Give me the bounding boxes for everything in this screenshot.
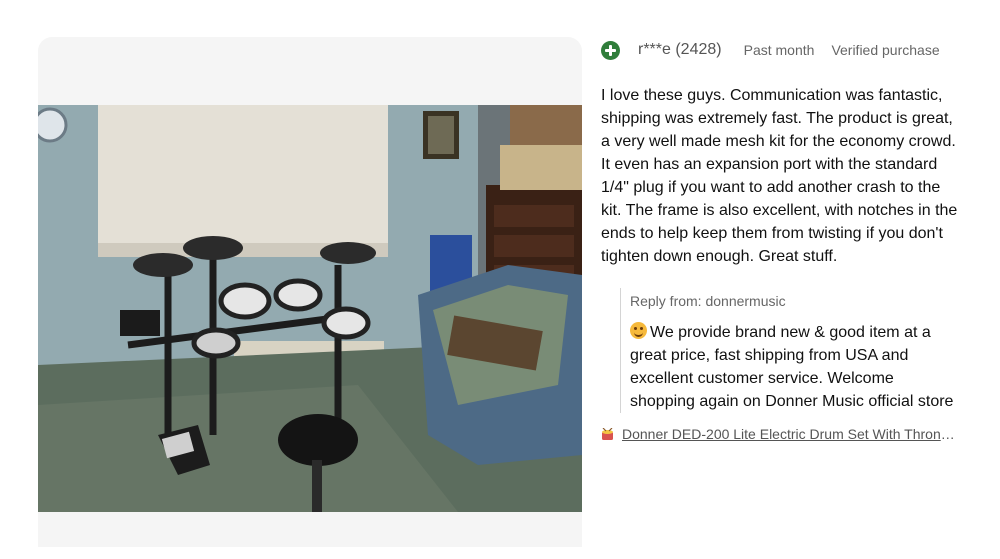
review-photo-card[interactable]: [38, 37, 582, 547]
reply-body: We provide brand new & good item at a gr…: [630, 321, 960, 413]
review-date: Past month: [743, 42, 815, 58]
reply-text: We provide brand new & good item at a gr…: [630, 324, 954, 410]
review-text: I love these guys. Communication was fan…: [601, 87, 958, 265]
review-panel: r***e (2428) Past month Verified purchas…: [601, 38, 963, 442]
verified-badge: Verified purchase: [831, 42, 940, 58]
positive-plus-icon: [601, 40, 620, 60]
reviewer-name: r***e (2428): [638, 41, 722, 58]
review-photo[interactable]: [38, 105, 582, 512]
seller-reply: Reply from: donnermusic We provide brand…: [620, 288, 960, 413]
product-link[interactable]: Donner DED-200 Lite Electric Drum Set Wi…: [601, 426, 961, 442]
product-link-text[interactable]: Donner DED-200 Lite Electric Drum Set Wi…: [622, 426, 961, 442]
drum-icon: [602, 427, 613, 440]
review-header: r***e (2428) Past month Verified purchas…: [601, 38, 963, 62]
reply-label: Reply from: donnermusic: [630, 293, 786, 309]
smile-emoji-icon: [630, 322, 647, 339]
